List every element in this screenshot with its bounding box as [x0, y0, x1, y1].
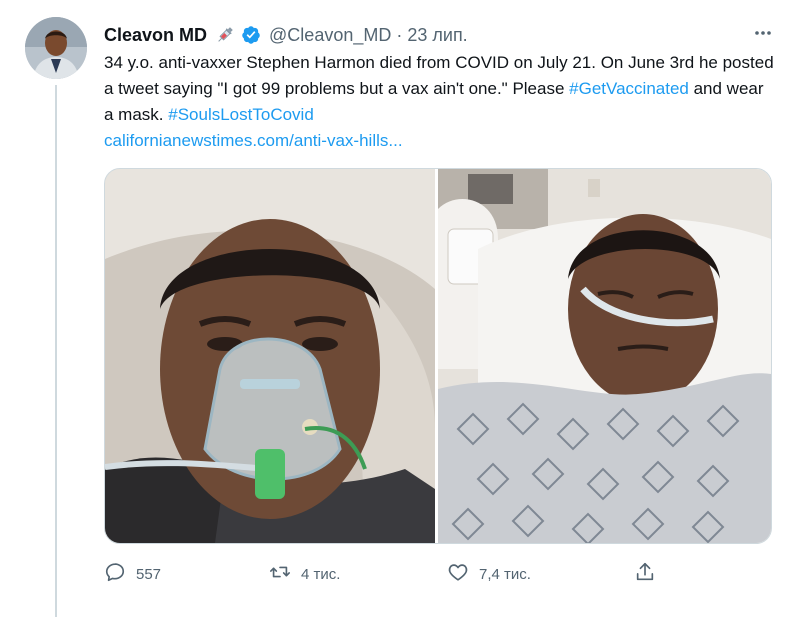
tweet-actions: 557 4 тис. 7,4 тис. — [104, 556, 684, 592]
tweet-media[interactable] — [104, 168, 772, 544]
photo-man-hospital-bed[interactable] — [438, 169, 771, 543]
reply-button[interactable]: 557 — [104, 556, 161, 592]
thread-line — [55, 85, 57, 617]
author-handle[interactable]: @Cleavon_MD — [269, 25, 391, 46]
avatar-image — [25, 17, 87, 79]
reply-count: 557 — [136, 565, 162, 583]
more-horizontal-icon[interactable] — [748, 18, 778, 48]
article-link[interactable]: californianewstimes.com/anti-vax-hills..… — [104, 131, 403, 150]
like-button[interactable]: 7,4 тис. — [447, 556, 531, 592]
retweet-icon — [269, 561, 291, 587]
tweet-timestamp[interactable]: 23 лип. — [407, 25, 467, 46]
hashtag-link[interactable]: #GetVaccinated — [569, 79, 689, 98]
like-count: 7,4 тис. — [479, 565, 531, 583]
syringe-icon — [215, 25, 235, 45]
like-heart-icon — [447, 561, 469, 587]
tweet-header: Cleavon MD @Cleavon_MD · 23 лип. — [104, 20, 760, 50]
separator-dot: · — [396, 24, 403, 45]
retweet-button[interactable]: 4 тис. — [269, 556, 340, 592]
retweet-count: 4 тис. — [301, 565, 341, 583]
tweet[interactable]: Cleavon MD @Cleavon_MD · 23 лип. 34 y.o.… — [0, 0, 800, 617]
hashtag-link[interactable]: #SoulsLostToCovid — [168, 105, 314, 124]
verified-badge-icon — [241, 25, 261, 45]
photo-man-oxygen-mask[interactable] — [105, 169, 435, 543]
tweet-text: 34 y.o. anti-vaxxer Stephen Harmon died … — [104, 50, 776, 154]
share-icon — [634, 561, 656, 587]
reply-icon — [104, 561, 126, 587]
avatar[interactable] — [25, 17, 87, 79]
author-name[interactable]: Cleavon MD — [104, 25, 207, 46]
share-button[interactable] — [634, 556, 656, 592]
